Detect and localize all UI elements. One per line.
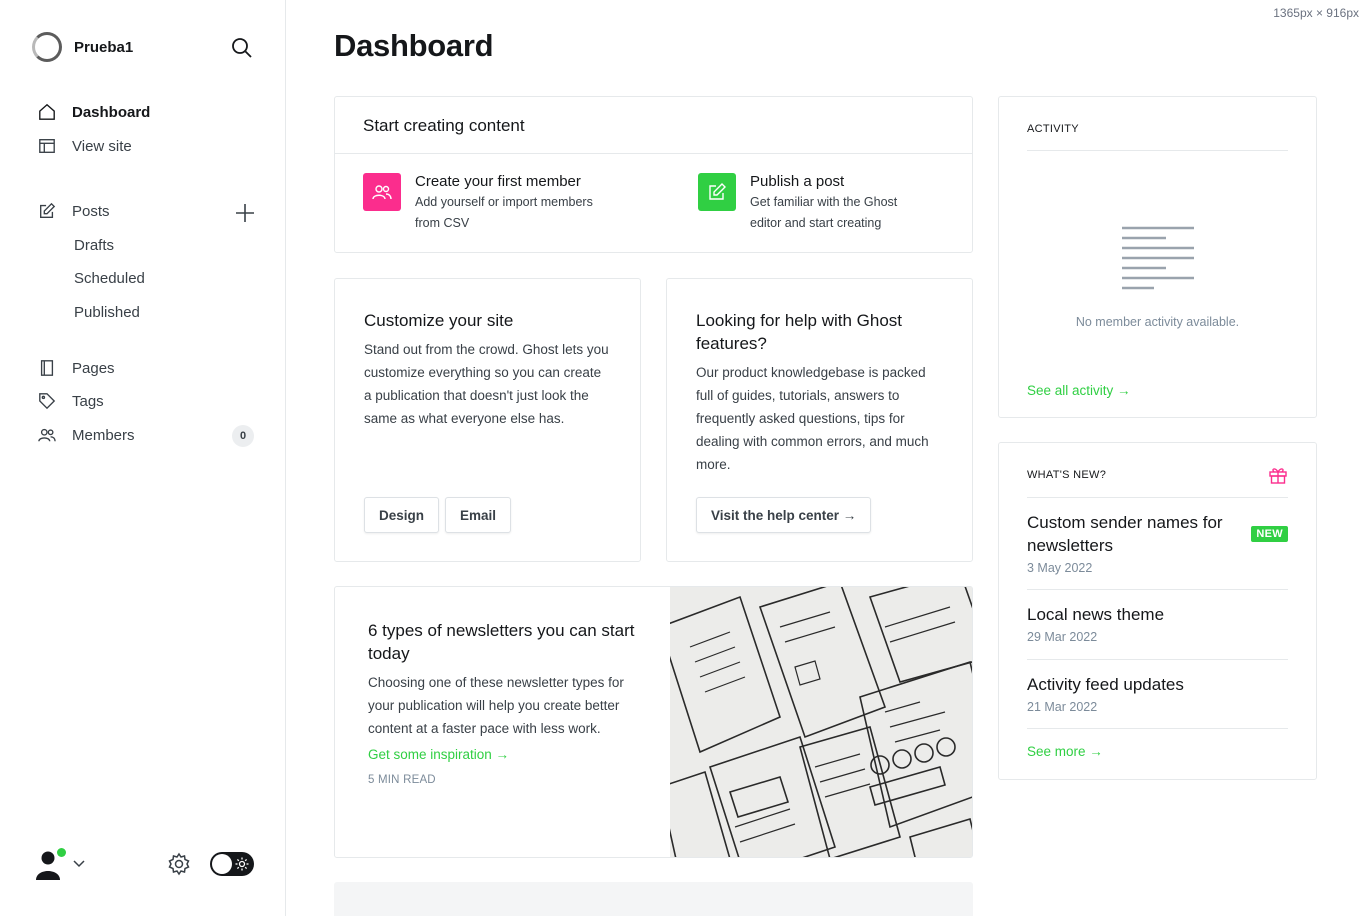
whats-new-item-title: Local news theme: [1027, 605, 1165, 624]
whats-new-card: WHAT'S NEW? Custom sender names for news…: [998, 442, 1317, 780]
nav-drafts[interactable]: Drafts: [74, 237, 114, 254]
sun-icon: [235, 857, 249, 871]
nav-posts-label: Posts: [72, 202, 110, 220]
nav-scheduled[interactable]: Scheduled: [74, 270, 145, 287]
theme-toggle[interactable]: [210, 852, 254, 876]
customize-heading: Customize your site: [364, 311, 514, 330]
post-action-tile: [698, 173, 736, 211]
help-body: Our product knowledgebase is packed full…: [696, 365, 929, 472]
bottom-card-placeholder: [334, 882, 973, 916]
nav-members[interactable]: Members: [38, 426, 135, 444]
design-button[interactable]: Design: [364, 497, 440, 533]
whats-new-label: WHAT'S NEW?: [1027, 469, 1107, 481]
whats-new-item[interactable]: Local news theme 29 Mar 2022: [1027, 589, 1288, 659]
see-more-link[interactable]: See more →: [1027, 744, 1103, 759]
add-post-icon[interactable]: [234, 202, 256, 224]
create-member-desc-2: from CSV: [415, 216, 470, 230]
whats-new-item[interactable]: Custom sender names for newsletters 3 Ma…: [1027, 497, 1288, 589]
sidebar: Prueba1 Dashboard View site Posts Drafts…: [0, 0, 286, 916]
home-icon: [39, 103, 55, 120]
edit-icon: [709, 183, 726, 200]
article-heading: 6 types of newsletters you can start tod…: [368, 621, 635, 663]
avatar: [32, 846, 66, 880]
email-button[interactable]: Email: [445, 497, 512, 533]
activity-card: ACTIVITY No member activity available. S…: [998, 96, 1317, 418]
customize-body: Stand out from the crowd. Ghost lets you…: [364, 342, 609, 426]
nav-pages[interactable]: Pages: [38, 359, 115, 377]
members-count-badge: 0: [232, 425, 254, 447]
nav-view-site[interactable]: View site: [38, 137, 132, 155]
whats-new-item-date: 3 May 2022: [1027, 561, 1093, 575]
help-card: Looking for help with Ghost features? Ou…: [666, 278, 973, 562]
nav-posts[interactable]: Posts: [38, 202, 110, 220]
layout-icon: [39, 139, 55, 153]
publish-post-action[interactable]: Publish a post Get familiar with the Gho…: [698, 173, 897, 234]
tag-icon: [39, 393, 56, 410]
start-creating-heading: Start creating content: [363, 116, 525, 135]
article-link[interactable]: Get some inspiration →: [368, 747, 638, 762]
nav-tags-label: Tags: [72, 392, 104, 410]
online-status-dot: [57, 848, 66, 857]
publish-post-desc-1: Get familiar with the Ghost: [750, 195, 898, 209]
wireframe-sketch-image: [670, 587, 972, 857]
members-icon: [372, 185, 392, 200]
publish-post-desc-2: editor and start creating: [750, 216, 882, 230]
create-member-action[interactable]: Create your first member Add yourself or…: [363, 173, 593, 234]
search-icon[interactable]: [230, 36, 254, 60]
gear-icon[interactable]: [167, 852, 191, 876]
nav-dashboard-label: Dashboard: [72, 103, 151, 121]
article-read-time: 5 MIN READ: [368, 774, 436, 786]
site-name: Prueba1: [74, 38, 134, 56]
empty-list-icon: [1122, 226, 1194, 290]
nav-view-site-label: View site: [72, 137, 132, 155]
members-icon: [38, 428, 56, 442]
nav-pages-label: Pages: [72, 359, 115, 377]
page-title: Dashboard: [334, 28, 494, 63]
article-body: Choosing one of these newsletter types f…: [368, 675, 624, 736]
see-all-activity-link[interactable]: See all activity →: [1027, 383, 1131, 398]
edit-icon: [40, 202, 56, 218]
nav-tags[interactable]: Tags: [38, 392, 104, 410]
dimension-label: 1365px × 916px: [1273, 6, 1359, 20]
whats-new-item-date: 29 Mar 2022: [1027, 630, 1098, 644]
create-member-desc-1: Add yourself or import members: [415, 195, 593, 209]
help-center-button[interactable]: Visit the help center →: [696, 497, 872, 533]
activity-label: ACTIVITY: [1027, 123, 1079, 135]
create-member-title: Create your first member: [415, 173, 581, 190]
newsletter-article-card[interactable]: 6 types of newsletters you can start tod…: [334, 586, 973, 858]
site-brand[interactable]: Prueba1: [32, 32, 133, 62]
publish-post-title: Publish a post: [750, 173, 845, 190]
no-activity-message: No member activity available.: [1075, 315, 1240, 329]
nav-members-label: Members: [72, 426, 135, 444]
toggle-knob: [212, 854, 232, 874]
customize-card: Customize your site Stand out from the c…: [334, 278, 641, 562]
start-creating-card: Start creating content Create your first…: [334, 96, 973, 253]
chevron-down-icon: [73, 860, 85, 868]
user-menu[interactable]: [32, 846, 86, 880]
new-badge: NEW: [1251, 526, 1288, 542]
nav-dashboard[interactable]: Dashboard: [38, 103, 150, 121]
whats-new-item-title: Activity feed updates: [1027, 675, 1184, 694]
member-action-tile: [363, 173, 401, 211]
whats-new-item-title: Custom sender names for newsletters: [1027, 513, 1223, 555]
help-heading: Looking for help with Ghost features?: [696, 311, 903, 353]
page-icon: [40, 360, 54, 376]
whats-new-item-date: 21 Mar 2022: [1027, 700, 1098, 714]
nav-published[interactable]: Published: [74, 304, 140, 321]
whats-new-item[interactable]: Activity feed updates 21 Mar 2022: [1027, 659, 1288, 729]
site-logo-icon: [32, 32, 62, 62]
gift-icon[interactable]: [1268, 465, 1288, 485]
